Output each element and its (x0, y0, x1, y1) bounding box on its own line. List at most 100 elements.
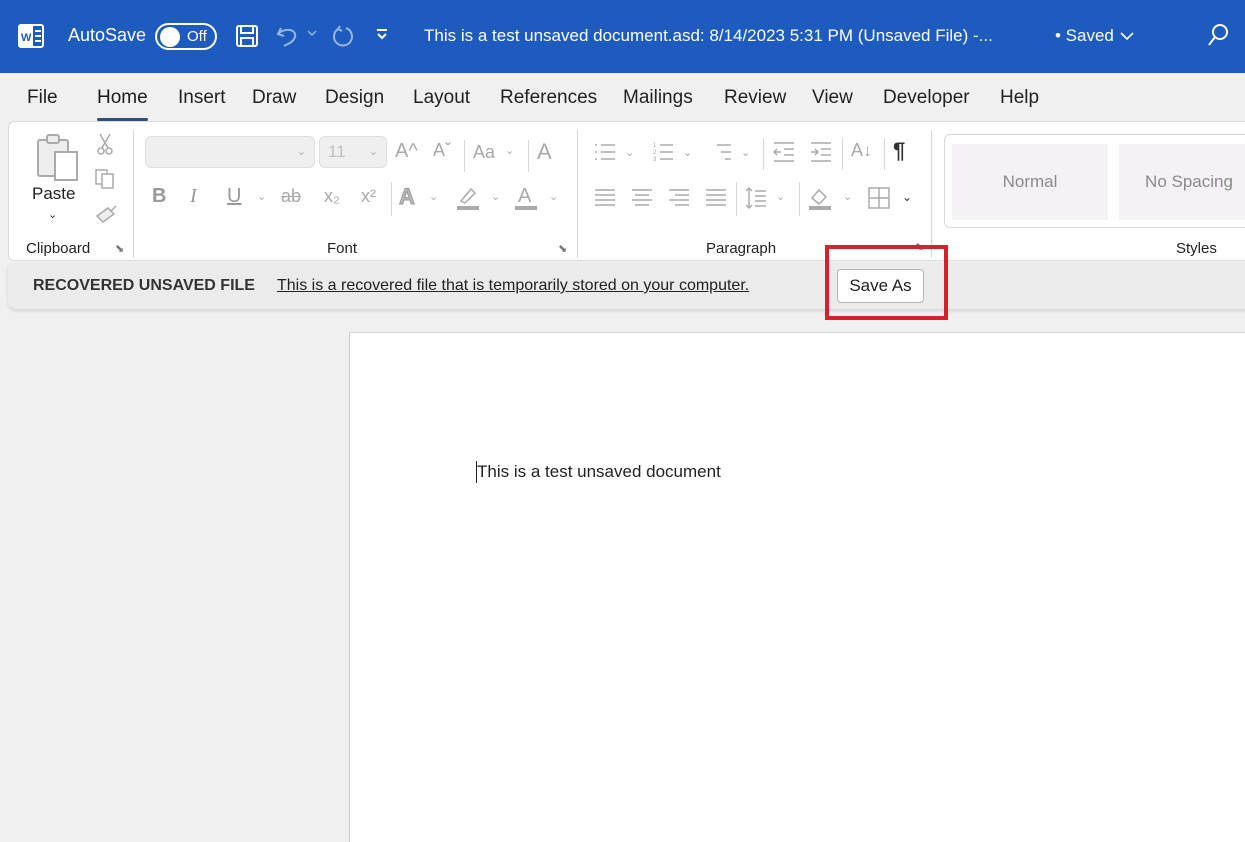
divider (763, 138, 764, 170)
borders-icon[interactable] (867, 186, 891, 210)
recovered-file-message-bar: RECOVERED UNSAVED FILE This is a recover… (8, 263, 1245, 309)
tab-mailings[interactable]: Mailings (623, 87, 693, 109)
font-name-combo[interactable]: ⌄ (145, 136, 315, 168)
chevron-down-icon[interactable]: ⌄ (776, 190, 785, 203)
multilevel-list-icon[interactable] (709, 140, 733, 164)
document-body-text[interactable]: This is a test unsaved document (477, 462, 721, 482)
change-case-button[interactable]: Aa (473, 142, 495, 163)
undo-dropdown-chevron-icon[interactable] (307, 28, 317, 38)
document-title[interactable]: This is a test unsaved document.asd: 8/1… (424, 26, 993, 46)
autosave-label: AutoSave (68, 25, 147, 45)
ribbon-home: Paste ⌄ Clipboard ⬊ ⌄ 11 ⌄ A^ Aˇ Aa ⌄ A … (8, 121, 1245, 261)
chevron-down-icon: ⌄ (368, 146, 378, 158)
customize-qat-icon[interactable] (375, 28, 389, 42)
shading-icon[interactable] (807, 184, 833, 212)
undo-icon[interactable] (275, 24, 301, 48)
tab-references[interactable]: References (500, 87, 597, 109)
font-color-icon[interactable]: A (513, 184, 539, 212)
tab-file[interactable]: File (27, 87, 58, 109)
tab-developer[interactable]: Developer (883, 87, 970, 109)
chevron-down-icon[interactable]: ⌄ (505, 144, 514, 157)
increase-indent-icon[interactable] (809, 140, 833, 164)
ribbon-tabs: File Home Insert Draw Design Layout Refe… (0, 73, 1245, 121)
tab-insert[interactable]: Insert (178, 87, 226, 109)
italic-button[interactable]: I (190, 185, 197, 208)
tab-design[interactable]: Design (325, 87, 384, 109)
group-divider (133, 130, 134, 258)
document-page[interactable]: This is a test unsaved document (349, 332, 1245, 842)
text-effects-button[interactable]: A (399, 184, 416, 210)
save-status[interactable]: • Saved (1055, 26, 1134, 46)
chevron-down-icon[interactable]: ⌄ (549, 190, 558, 203)
tab-home[interactable]: Home (97, 87, 148, 121)
tab-layout[interactable]: Layout (413, 87, 470, 109)
chevron-down-icon[interactable]: ⌄ (257, 190, 266, 203)
svg-text:3: 3 (653, 157, 657, 163)
align-right-icon[interactable] (667, 186, 691, 210)
tab-review[interactable]: Review (724, 87, 786, 109)
chevron-down-icon[interactable]: ⌄ (902, 190, 912, 204)
tab-help[interactable]: Help (1000, 87, 1039, 109)
chevron-down-icon[interactable]: ⌄ (625, 146, 634, 159)
bold-button[interactable]: B (152, 185, 166, 208)
show-formatting-button[interactable]: ¶ (893, 138, 905, 164)
line-spacing-icon[interactable] (744, 186, 768, 210)
clipboard-launcher-icon[interactable]: ⬊ (115, 242, 124, 255)
font-group-label: Font (327, 240, 358, 257)
redo-icon[interactable] (330, 24, 356, 50)
underline-button[interactable]: U (227, 185, 241, 208)
bullets-icon[interactable] (593, 140, 617, 164)
save-icon[interactable] (235, 24, 259, 48)
save-status-label: • Saved (1055, 26, 1114, 45)
paragraph-group-label: Paragraph (706, 240, 777, 257)
tab-view[interactable]: View (812, 87, 853, 109)
clipboard-group-label: Clipboard (26, 240, 91, 257)
divider (528, 140, 529, 172)
justify-icon[interactable] (704, 186, 728, 210)
style-no-spacing[interactable]: No Spacing (1119, 144, 1245, 220)
align-left-icon[interactable] (593, 186, 617, 210)
chevron-down-icon[interactable]: ⌄ (741, 146, 750, 159)
svg-text:2: 2 (653, 150, 657, 156)
paste-button-label[interactable]: Paste (32, 184, 75, 204)
format-painter-icon[interactable] (94, 204, 118, 226)
align-center-icon[interactable] (630, 186, 654, 210)
chevron-down-icon[interactable]: ⌄ (491, 190, 500, 203)
chevron-down-icon (1120, 32, 1134, 41)
autosave-state: Off (187, 28, 207, 45)
chevron-down-icon[interactable]: ⌄ (843, 190, 852, 203)
superscript-button[interactable]: x² (361, 186, 376, 207)
group-divider (577, 130, 578, 258)
chevron-down-icon[interactable]: ⌄ (429, 190, 438, 203)
font-launcher-icon[interactable]: ⬊ (558, 242, 567, 255)
sort-button[interactable]: A↓ (851, 140, 872, 161)
word-logo-icon: W (18, 24, 44, 48)
numbering-icon[interactable]: 123 (651, 140, 675, 164)
tab-draw[interactable]: Draw (252, 87, 296, 109)
message-bar-title: RECOVERED UNSAVED FILE (33, 277, 255, 294)
font-size-combo[interactable]: 11 ⌄ (319, 136, 387, 168)
style-normal[interactable]: Normal (952, 144, 1108, 220)
paste-icon[interactable] (35, 132, 81, 182)
decrease-indent-icon[interactable] (772, 140, 796, 164)
subscript-button[interactable]: x₂ (324, 186, 340, 207)
chevron-down-icon: ⌄ (296, 146, 306, 158)
svg-text:W: W (21, 32, 32, 44)
chevron-down-icon[interactable]: ⌄ (683, 146, 692, 159)
divider (842, 138, 843, 170)
highlight-color-icon[interactable] (455, 185, 481, 211)
search-icon[interactable] (1206, 22, 1230, 48)
clear-formatting-icon[interactable]: A (537, 139, 552, 165)
autosave-toggle[interactable]: Off (155, 23, 217, 50)
divider (884, 138, 885, 170)
grow-font-button[interactable]: A^ (395, 140, 418, 163)
group-divider (931, 130, 932, 258)
cut-icon[interactable] (95, 132, 115, 156)
paste-dropdown-chevron-icon[interactable]: ⌄ (48, 208, 57, 221)
title-bar: W AutoSave Off This is a test unsaved do… (0, 0, 1245, 73)
strikethrough-button[interactable]: ab (281, 186, 301, 207)
styles-group-label: Styles (1176, 240, 1217, 257)
message-bar-text-link[interactable]: This is a recovered file that is tempora… (277, 277, 749, 295)
copy-icon[interactable] (94, 168, 116, 190)
shrink-font-button[interactable]: Aˇ (433, 140, 451, 161)
